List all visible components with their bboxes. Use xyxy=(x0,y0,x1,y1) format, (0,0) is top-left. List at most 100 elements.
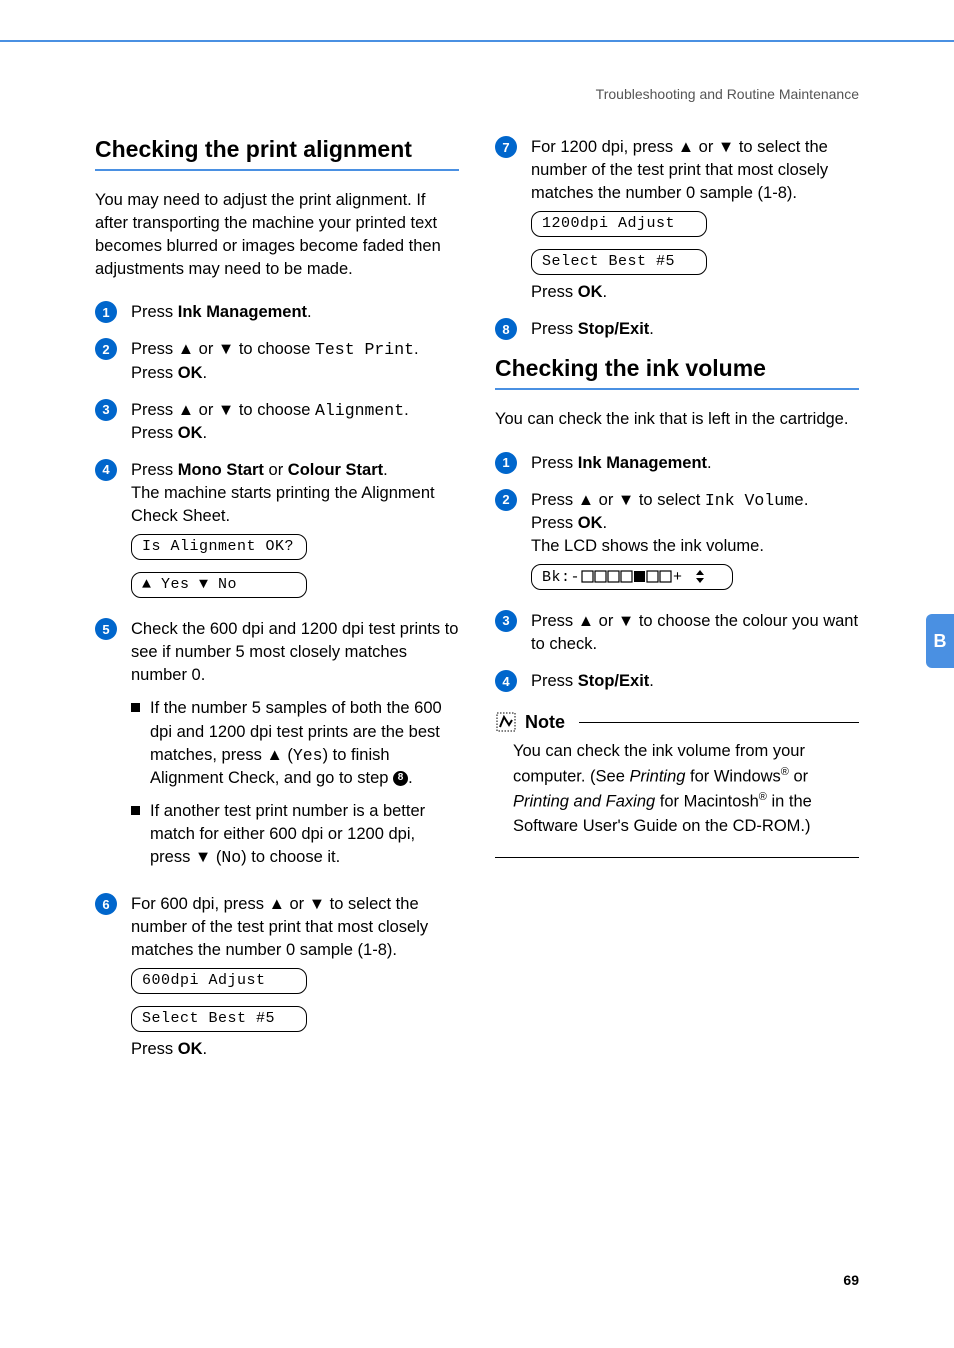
right-column: 7 For 1200 dpi, press ▲ or ▼ to select t… xyxy=(495,136,859,1075)
step-number-icon: 3 xyxy=(95,399,117,421)
step-text: Press xyxy=(531,320,578,338)
bullet-text: . xyxy=(408,769,413,787)
lcd-display: ▲ Yes ▼ No xyxy=(131,572,307,598)
step-8: 8 Press Stop/Exit. xyxy=(495,318,859,341)
note-line xyxy=(579,722,859,723)
step-1-body: Press Ink Management. xyxy=(131,301,459,324)
note-label: Note xyxy=(525,712,565,733)
step-number-icon: 1 xyxy=(95,301,117,323)
step-bold: Ink Management xyxy=(578,454,707,472)
step-2-body: Press ▲ or ▼ to choose Test Print. Press… xyxy=(131,338,459,384)
step-text: For 1200 dpi, press ▲ or ▼ to select the… xyxy=(531,138,828,202)
note-italic: Printing xyxy=(629,767,685,785)
step-bold: Mono Start xyxy=(178,461,264,479)
step-1: 1 Press Ink Management. xyxy=(95,301,459,324)
step-text: Check the 600 dpi and 1200 dpi test prin… xyxy=(131,620,458,684)
step-mono: Ink Volume xyxy=(705,491,804,510)
ink-step-3: 3 Press ▲ or ▼ to choose the colour you … xyxy=(495,610,859,656)
step-text: Press xyxy=(131,364,178,382)
left-column: Checking the print alignment You may nee… xyxy=(95,136,459,1075)
note-block: Note You can check the ink volume from y… xyxy=(495,711,859,858)
step-number-icon: 6 xyxy=(95,893,117,915)
note-body: You can check the ink volume from your c… xyxy=(495,739,859,849)
lcd-display: Select Best #5 xyxy=(531,249,707,275)
step-6-body: For 600 dpi, press ▲ or ▼ to select the … xyxy=(131,893,459,1061)
step-bold: Stop/Exit xyxy=(578,320,650,338)
ink-volume-svg: Bk:- + xyxy=(542,568,722,584)
step-text: Press ▲ or ▼ to select xyxy=(531,491,705,509)
square-bullet-icon xyxy=(131,806,140,815)
step-number-icon: 8 xyxy=(495,318,517,340)
step-text: . xyxy=(203,424,208,442)
section-heading-ink: Checking the ink volume xyxy=(495,355,859,382)
step-bold: Ink Management xyxy=(178,303,307,321)
step-number-icon: 4 xyxy=(495,670,517,692)
note-header: Note xyxy=(495,711,859,733)
step-text: Press xyxy=(531,672,578,690)
step-text: For 600 dpi, press ▲ or ▼ to select the … xyxy=(131,895,428,959)
square-bullet-icon xyxy=(131,703,140,712)
step-text: . xyxy=(307,303,312,321)
step-text: . xyxy=(649,672,654,690)
step-bold: OK xyxy=(578,514,603,532)
intro-text: You may need to adjust the print alignme… xyxy=(95,189,459,281)
step-text: . xyxy=(707,454,712,472)
step-4: 4 Press Mono Start or Colour Start. The … xyxy=(95,459,459,604)
bullet-mono: Yes xyxy=(293,746,323,765)
step-text: Press xyxy=(131,461,178,479)
step-text: . xyxy=(804,491,809,509)
step-7: 7 For 1200 dpi, press ▲ or ▼ to select t… xyxy=(495,136,859,304)
section-heading-alignment: Checking the print alignment xyxy=(95,136,459,163)
top-divider xyxy=(0,40,954,42)
step-body: Press ▲ or ▼ to choose the colour you wa… xyxy=(531,610,859,656)
step-number-icon: 2 xyxy=(95,338,117,360)
step-body: Press Stop/Exit. xyxy=(531,670,859,693)
step-8-body: Press Stop/Exit. xyxy=(531,318,859,341)
page-header: Troubleshooting and Routine Maintenance xyxy=(596,86,859,102)
step-text: Press xyxy=(531,454,578,472)
step-mono: Alignment xyxy=(315,401,404,420)
step-text: . xyxy=(603,283,608,301)
step-text: . xyxy=(203,1040,208,1058)
step-number-icon: 2 xyxy=(495,489,517,511)
step-body: Press Ink Management. xyxy=(531,452,859,475)
step-mono: Test Print xyxy=(315,340,414,359)
step-bold: Stop/Exit xyxy=(578,672,650,690)
section-tab: B xyxy=(926,614,954,668)
content-area: Checking the print alignment You may nee… xyxy=(95,136,859,1075)
step-bold: OK xyxy=(578,283,603,301)
step-bold: OK xyxy=(178,1040,203,1058)
step-text: or xyxy=(264,461,288,479)
heading-underline xyxy=(95,169,459,171)
note-text: for Macintosh xyxy=(655,793,759,811)
note-text: for Windows xyxy=(685,767,780,785)
step-text: Press ▲ or ▼ to choose xyxy=(131,340,315,358)
step-text: Press xyxy=(131,424,178,442)
ink-step-1: 1 Press Ink Management. xyxy=(495,452,859,475)
step-5-body: Check the 600 dpi and 1200 dpi test prin… xyxy=(131,618,459,879)
bullet-mono: No xyxy=(221,848,241,867)
lcd-display: Select Best #5 xyxy=(131,1006,307,1032)
lcd-display: Bk:- + xyxy=(531,564,733,590)
ink-step-2: 2 Press ▲ or ▼ to select Ink Volume. Pre… xyxy=(495,489,859,596)
ink-step-4: 4 Press Stop/Exit. xyxy=(495,670,859,693)
note-icon xyxy=(495,711,517,733)
bullet-list: If the number 5 samples of both the 600 … xyxy=(131,697,459,869)
step-body: Press ▲ or ▼ to select Ink Volume. Press… xyxy=(531,489,859,596)
step-number-icon: 7 xyxy=(495,136,517,158)
svg-text:+: + xyxy=(673,569,683,584)
lcd-display: 1200dpi Adjust xyxy=(531,211,707,237)
step-number-icon: 3 xyxy=(495,610,517,632)
step-text: Press ▲ or ▼ to choose xyxy=(131,401,315,419)
step-3-body: Press ▲ or ▼ to choose Alignment. Press … xyxy=(131,399,459,445)
step-text: Press xyxy=(531,283,578,301)
note-italic: Printing and Faxing xyxy=(513,793,655,811)
step-ref-icon: 8 xyxy=(393,771,408,786)
step-4-body: Press Mono Start or Colour Start. The ma… xyxy=(131,459,459,604)
step-2: 2 Press ▲ or ▼ to choose Test Print. Pre… xyxy=(95,338,459,384)
step-text: . xyxy=(603,514,608,532)
intro-text: You can check the ink that is left in th… xyxy=(495,408,859,431)
bullet-item: If another test print number is a better… xyxy=(131,800,459,869)
step-3: 3 Press ▲ or ▼ to choose Alignment. Pres… xyxy=(95,399,459,445)
note-sup: ® xyxy=(759,791,767,803)
